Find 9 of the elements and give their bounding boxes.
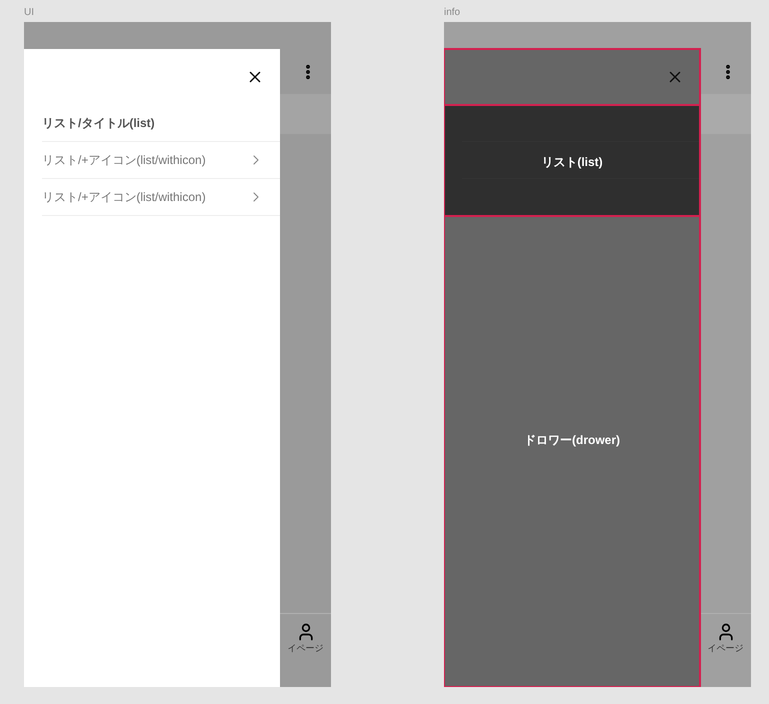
list-item[interactable]: リスト/+アイコン(list/withicon) (42, 179, 280, 216)
list-title: リスト/タイトル(list) (42, 115, 155, 132)
frame-label: info (444, 6, 462, 20)
nav-label[interactable]: イページ (288, 642, 324, 654)
annotation-label: ドロワー(drower) (524, 432, 620, 448)
annotation-label: リスト(list) (541, 154, 603, 171)
nav-label[interactable]: イページ (708, 642, 744, 654)
list-item[interactable]: リスト/+アイコン(list/withicon) (42, 142, 280, 179)
frame-label: UI (24, 6, 35, 20)
